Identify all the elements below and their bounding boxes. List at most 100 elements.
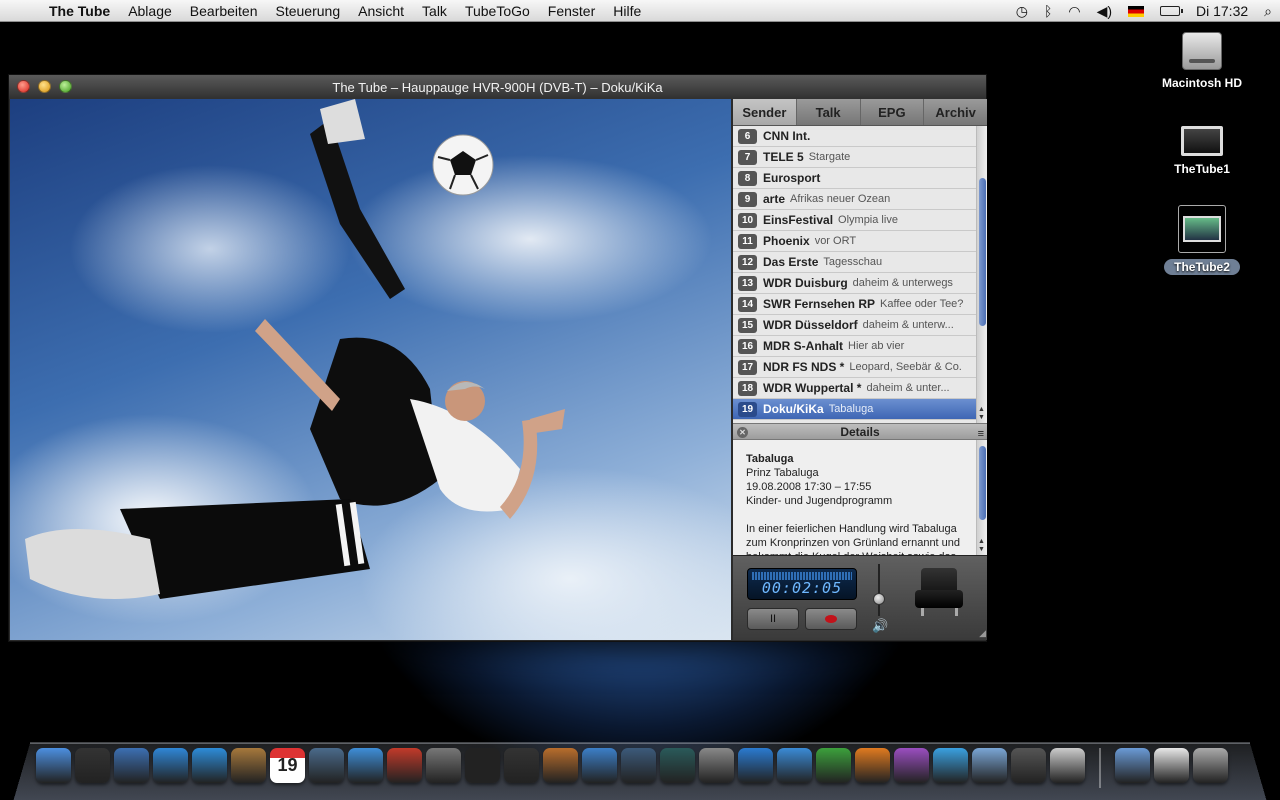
details-subtitle: Prinz Tabaluga: [746, 467, 819, 479]
pause-button[interactable]: II: [747, 608, 799, 630]
channel-row[interactable]: 16 MDR S-Anhalt Hier ab vier: [733, 336, 976, 357]
channel-row[interactable]: 11 Phoenix vor ORT: [733, 231, 976, 252]
ical-icon[interactable]: 19: [270, 748, 305, 783]
powerpoint-icon[interactable]: [855, 748, 890, 783]
channel-row[interactable]: 18 WDR Wuppertal * daheim & unter...: [733, 378, 976, 399]
chair-app-icon[interactable]: [465, 748, 500, 783]
channel-row[interactable]: 15 WDR Düsseldorf daheim & unterw...: [733, 315, 976, 336]
volume-knob[interactable]: [873, 592, 885, 605]
channel-program: daheim & unter...: [866, 382, 950, 394]
desktop-icon-label: TheTube1: [1174, 162, 1230, 176]
volume-track: [878, 564, 880, 616]
mail-icon[interactable]: [114, 748, 149, 783]
desktop-icon-thetube1[interactable]: TheTube1: [1147, 126, 1257, 176]
channel-row[interactable]: 6 CNN Int.: [733, 126, 976, 147]
wifi-icon[interactable]: ◠: [1060, 3, 1088, 20]
spaces-icon[interactable]: [621, 748, 656, 783]
thetube-app-icon[interactable]: [426, 748, 461, 783]
tube-armchair-icon[interactable]: [913, 568, 965, 616]
scroll-arrows-icon[interactable]: ▲ ▼: [978, 406, 985, 422]
word-icon[interactable]: [777, 748, 812, 783]
desktop-icon-label: Macintosh HD: [1161, 76, 1242, 90]
details-panel: Tabaluga Prinz Tabaluga 19.08.2008 17:30…: [733, 440, 987, 555]
timemachine-icon[interactable]: [660, 748, 695, 783]
chair2-icon[interactable]: [1011, 748, 1046, 783]
systempreferences-icon[interactable]: [699, 748, 734, 783]
tab-sender[interactable]: Sender: [733, 99, 797, 125]
the-tube-window: The Tube – Hauppauge HVR-900H (DVB-T) – …: [8, 74, 987, 642]
menu-clock[interactable]: Di 17:32: [1188, 3, 1256, 19]
menu-fenster[interactable]: Fenster: [539, 3, 604, 19]
network-icon[interactable]: [738, 748, 773, 783]
menu-app-name[interactable]: The Tube: [40, 3, 119, 19]
channel-row[interactable]: 9 arte Afrikas neuer Ozean: [733, 189, 976, 210]
channel-program: Tagesschau: [823, 256, 883, 268]
ichat-icon[interactable]: [192, 748, 227, 783]
folder-icon[interactable]: [972, 748, 1007, 783]
input-source-flag-icon[interactable]: [1128, 5, 1144, 17]
timecode-display: 00:02:05: [747, 568, 857, 600]
channel-row[interactable]: 12 Das Erste Tagesschau: [733, 252, 976, 273]
volume-slider[interactable]: [873, 564, 885, 616]
documents-icon[interactable]: [1115, 748, 1150, 783]
bluetooth-icon[interactable]: ᛒ: [1036, 3, 1060, 19]
scrollbar-thumb[interactable]: [979, 178, 986, 326]
channel-row[interactable]: 19 Doku/KiKa Tabaluga: [733, 399, 976, 420]
menu-steuerung[interactable]: Steuerung: [267, 3, 350, 19]
volume-icon[interactable]: ◀): [1089, 3, 1120, 20]
tv-video-view[interactable]: [10, 99, 731, 640]
messenger-icon[interactable]: [933, 748, 968, 783]
entourage-icon[interactable]: [894, 748, 929, 783]
channel-row[interactable]: 14 SWR Fernsehen RP Kaffee oder Tee?: [733, 294, 976, 315]
desktop-icon-macintosh-hd[interactable]: Macintosh HD: [1147, 32, 1257, 90]
channel-row[interactable]: 10 EinsFestival Olympia live: [733, 210, 976, 231]
preview-icon[interactable]: [1050, 748, 1085, 783]
menu-hilfe[interactable]: Hilfe: [604, 3, 650, 19]
iphoto-icon[interactable]: [309, 748, 344, 783]
channel-row[interactable]: 17 NDR FS NDS * Leopard, Seebär & Co.: [733, 357, 976, 378]
collapse-details-icon[interactable]: ✕: [737, 427, 748, 438]
window-titlebar[interactable]: The Tube – Hauppauge HVR-900H (DVB-T) – …: [9, 75, 986, 99]
details-scrollbar[interactable]: ▲ ▼: [976, 440, 987, 555]
photobooth-icon[interactable]: [387, 748, 422, 783]
record-button[interactable]: [805, 608, 857, 630]
zoom-window-button[interactable]: [59, 80, 72, 93]
channel-name: CNN Int.: [763, 129, 811, 143]
docx-icon[interactable]: [1154, 748, 1189, 783]
excel-icon[interactable]: [816, 748, 851, 783]
close-window-button[interactable]: [17, 80, 30, 93]
time-machine-icon[interactable]: ◷: [1008, 3, 1036, 20]
desktop-icon-thetube2[interactable]: TheTube2: [1147, 205, 1257, 275]
safari-icon[interactable]: [153, 748, 188, 783]
menu-talk[interactable]: Talk: [413, 3, 456, 19]
minimize-window-button[interactable]: [38, 80, 51, 93]
tab-epg[interactable]: EPG: [861, 99, 925, 125]
menu-bearbeiten[interactable]: Bearbeiten: [181, 3, 267, 19]
itunes-icon[interactable]: [348, 748, 383, 783]
channel-list-scrollbar[interactable]: ▲ ▼: [976, 126, 987, 423]
menu-ablage[interactable]: Ablage: [119, 3, 181, 19]
channel-name: WDR Düsseldorf: [763, 318, 858, 332]
tab-talk[interactable]: Talk: [797, 99, 861, 125]
scrollbar-thumb[interactable]: [979, 446, 986, 520]
channel-row[interactable]: 13 WDR Duisburg daheim & unterwegs: [733, 273, 976, 294]
menu-tubetogo[interactable]: TubeToGo: [456, 3, 539, 19]
pause-icon: II: [769, 613, 777, 625]
channel-row[interactable]: 7 TELE 5 Stargate: [733, 147, 976, 168]
finder-icon[interactable]: [36, 748, 71, 783]
addressbook-icon[interactable]: [231, 748, 266, 783]
garageband-icon[interactable]: [543, 748, 578, 783]
battery-icon[interactable]: [1160, 6, 1183, 16]
channel-name: arte: [763, 192, 786, 206]
scroll-arrows-icon[interactable]: ▲ ▼: [978, 538, 985, 554]
imovie-icon[interactable]: [504, 748, 539, 783]
spotlight-search-icon[interactable]: ⌕: [1256, 3, 1280, 20]
menu-ansicht[interactable]: Ansicht: [349, 3, 413, 19]
dashboard-icon[interactable]: [75, 748, 110, 783]
trash-icon[interactable]: [1193, 748, 1228, 783]
tab-archiv[interactable]: Archiv: [924, 99, 987, 125]
desktop-icon-label: TheTube2: [1164, 259, 1240, 275]
channel-row[interactable]: 8 Eurosport: [733, 168, 976, 189]
xcode-icon[interactable]: [582, 748, 617, 783]
resize-grip-icon[interactable]: ◢: [979, 628, 986, 639]
